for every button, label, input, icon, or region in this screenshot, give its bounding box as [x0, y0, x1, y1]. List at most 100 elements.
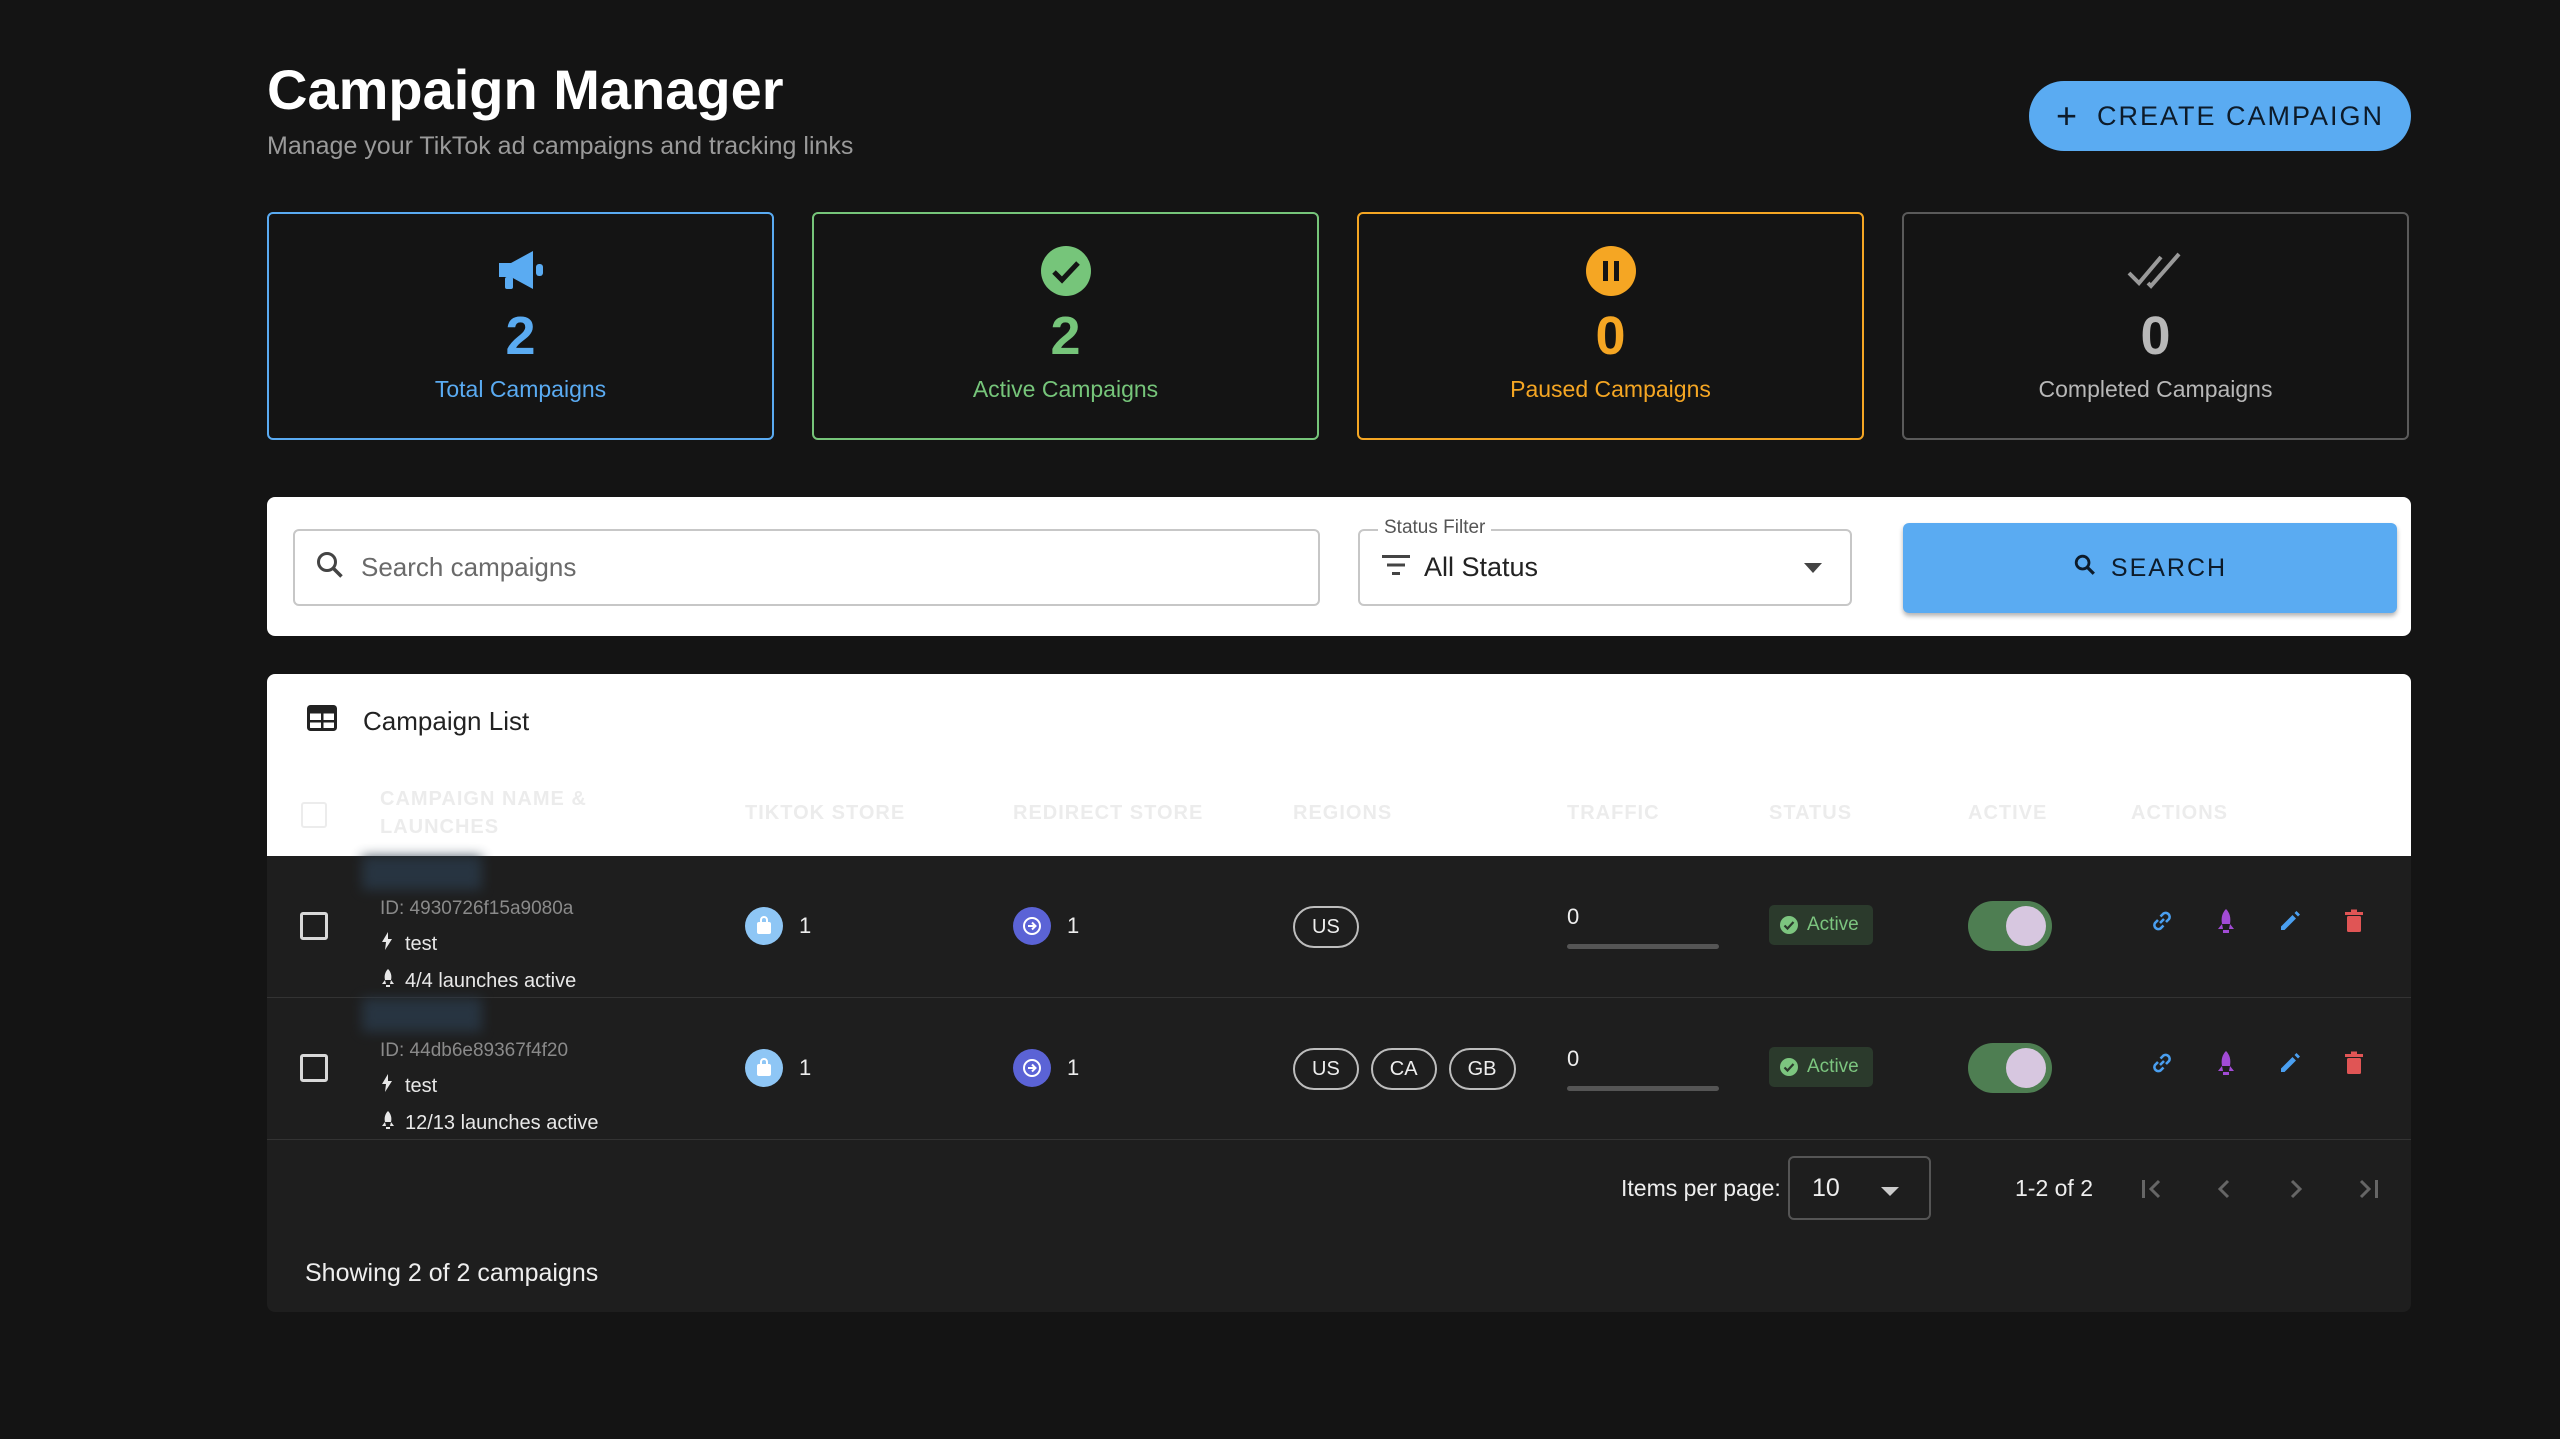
rocket-icon: [381, 1111, 395, 1135]
create-campaign-button[interactable]: + CREATE CAMPAIGN: [2029, 81, 2411, 151]
table-row: ID: 4930726f15a9080a test 4/4 launches a…: [267, 856, 2411, 998]
campaign-tag-label: test: [405, 932, 438, 955]
edit-icon[interactable]: [2275, 906, 2305, 936]
col-launches: LAUNCHES: [380, 816, 500, 838]
campaign-id: ID: 44db6e89367f4f20: [380, 1040, 569, 1061]
table-header: CAMPAIGN NAME & LAUNCHES TIKTOK STORE RE…: [267, 768, 2411, 856]
table-row: ID: 44db6e89367f4f20 test 12/13 launches…: [267, 998, 2411, 1140]
stat-completed-label: Completed Campaigns: [2038, 376, 2273, 402]
search-icon: [2073, 553, 2097, 584]
col-traffic: TRAFFIC: [1567, 802, 1660, 824]
col-tiktok-store: TIKTOK STORE: [745, 802, 906, 824]
tiktok-store-count: 1: [799, 1055, 812, 1080]
arrow-right-circle-icon: [1013, 907, 1051, 945]
last-page-icon[interactable]: [2351, 1172, 2385, 1206]
page-title: Campaign Manager: [267, 58, 784, 121]
stat-card-completed: 0 Completed Campaigns: [1902, 212, 2409, 440]
delete-icon[interactable]: [2339, 906, 2369, 936]
row-actions: [2147, 906, 2369, 936]
col-actions: ACTIONS: [2131, 802, 2228, 824]
double-check-icon: [2126, 244, 2186, 298]
traffic-value: 0: [1567, 1046, 1580, 1071]
stat-card-paused: 0 Paused Campaigns: [1357, 212, 1864, 440]
items-per-page-value: 10: [1812, 1173, 1840, 1202]
status-filter-value: All Status: [1424, 552, 1539, 582]
regions-cell: US: [1293, 906, 1359, 948]
campaign-tag: test: [381, 932, 437, 956]
bolt-icon: [381, 932, 393, 956]
edit-icon[interactable]: [2275, 1048, 2305, 1078]
rocket-icon: [381, 969, 395, 993]
campaign-tag-label: test: [405, 1074, 438, 1097]
stat-completed-value: 0: [2140, 306, 2171, 366]
stat-card-total: 2 Total Campaigns: [267, 212, 774, 440]
campaign-id: ID: 4930726f15a9080a: [380, 898, 574, 919]
status-filter-select[interactable]: Status Filter All Status: [1358, 517, 1852, 606]
stat-card-active: 2 Active Campaigns: [812, 212, 1319, 440]
stat-paused-value: 0: [1595, 306, 1626, 366]
campaign-list-header: Campaign List: [267, 674, 2411, 768]
filter-bar: Status Filter All Status SEARCH: [267, 497, 2411, 636]
page-subtitle: Manage your TikTok ad campaigns and trac…: [267, 132, 854, 160]
toggle-knob: [2006, 906, 2046, 946]
search-field[interactable]: [293, 529, 1320, 606]
items-per-page-label: Items per page:: [1621, 1175, 1781, 1201]
items-per-page-select[interactable]: 10: [1788, 1156, 1931, 1220]
campaign-list-title: Campaign List: [363, 705, 530, 736]
status-filter-label: Status Filter: [1378, 517, 1492, 539]
launch-count: 12/13 launches active: [381, 1111, 598, 1135]
active-toggle[interactable]: [1968, 901, 2052, 951]
first-page-icon[interactable]: [2135, 1172, 2169, 1206]
pause-circle-icon: [1585, 244, 1637, 298]
select-all-checkbox[interactable]: [301, 802, 327, 828]
status-badge: Active: [1769, 1047, 1873, 1087]
check-circle-icon: [1780, 1058, 1798, 1076]
link-icon[interactable]: [2147, 1048, 2177, 1078]
shopping-bag-icon: [745, 1049, 783, 1087]
status-badge-label: Active: [1807, 914, 1859, 935]
chevron-down-icon: [1881, 1187, 1899, 1196]
col-campaign-name: CAMPAIGN NAME &: [380, 788, 587, 810]
megaphone-icon: [495, 244, 547, 298]
row-checkbox[interactable]: [300, 1054, 328, 1082]
page-header: Campaign Manager Manage your TikTok ad c…: [267, 58, 853, 161]
regions-cell: US CA GB: [1293, 1048, 1516, 1090]
tiktok-store-cell: 1: [745, 1049, 811, 1087]
col-active: ACTIVE: [1968, 802, 2048, 824]
campaign-name-redacted: [362, 998, 482, 1032]
launch-count: 4/4 launches active: [381, 969, 576, 993]
search-input[interactable]: [361, 552, 1261, 583]
link-icon[interactable]: [2147, 906, 2177, 936]
stat-active-label: Active Campaigns: [972, 376, 1159, 402]
campaign-name-redacted: [362, 856, 482, 890]
search-button-label: SEARCH: [2110, 553, 2228, 582]
traffic-value: 0: [1567, 904, 1580, 929]
shopping-bag-icon: [745, 907, 783, 945]
rocket-launch-icon[interactable]: [2211, 906, 2241, 936]
traffic-cell: 0: [1567, 904, 1719, 949]
arrow-right-circle-icon: [1013, 1049, 1051, 1087]
next-page-icon[interactable]: [2279, 1172, 2313, 1206]
region-chip: US: [1293, 1048, 1359, 1090]
traffic-cell: 0: [1567, 1046, 1719, 1091]
active-toggle[interactable]: [1968, 1043, 2052, 1093]
campaign-tag: test: [381, 1074, 437, 1098]
delete-icon[interactable]: [2339, 1048, 2369, 1078]
redirect-store-count: 1: [1067, 913, 1080, 938]
prev-page-icon[interactable]: [2207, 1172, 2241, 1206]
check-circle-icon: [1040, 244, 1092, 298]
launch-count-label: 12/13 launches active: [405, 1111, 599, 1134]
tiktok-store-cell: 1: [745, 907, 811, 945]
rocket-launch-icon[interactable]: [2211, 1048, 2241, 1078]
redirect-store-cell: 1: [1013, 907, 1079, 945]
pagination: Items per page: 10 1-2 of 2: [267, 1148, 2411, 1228]
create-campaign-label: CREATE CAMPAIGN: [2097, 100, 2385, 131]
stat-total-label: Total Campaigns: [434, 376, 607, 402]
showing-count: Showing 2 of 2 campaigns: [305, 1259, 599, 1287]
stat-total-value: 2: [505, 306, 536, 366]
col-regions: REGIONS: [1293, 802, 1393, 824]
col-status: STATUS: [1769, 802, 1853, 824]
traffic-progress-bar: [1567, 1086, 1719, 1091]
row-checkbox[interactable]: [300, 912, 328, 940]
search-button[interactable]: SEARCH: [1903, 523, 2397, 613]
